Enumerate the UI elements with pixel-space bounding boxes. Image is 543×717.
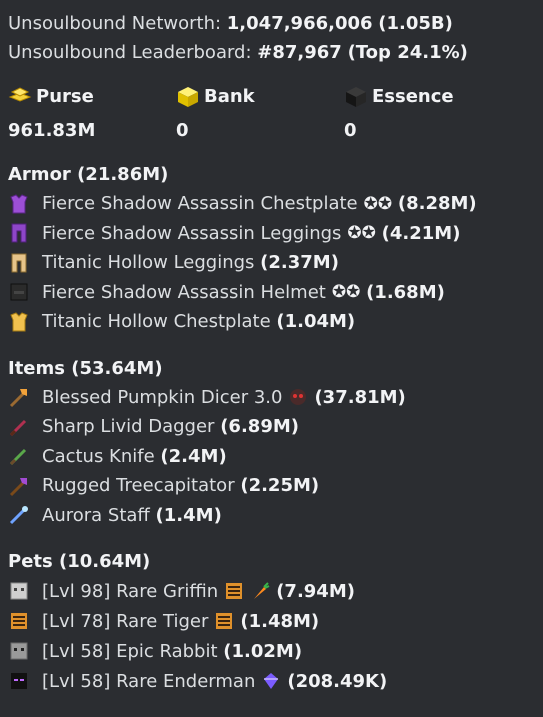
tiger-icon bbox=[214, 611, 234, 631]
leaderboard-line: Unsoulbound Leaderboard: #87,967 (Top 24… bbox=[8, 42, 468, 63]
embed: Unsoulbound Networth: 1,047,966,006 (1.0… bbox=[8, 9, 538, 696]
rabbit-icon bbox=[8, 640, 30, 662]
hollow-leggings-icon bbox=[8, 252, 30, 274]
staff-icon bbox=[8, 504, 30, 526]
stat-essence: Essence 0 bbox=[344, 85, 454, 142]
knife-icon bbox=[8, 445, 30, 467]
item-row: Sharp Livid Dagger (6.89M) bbox=[8, 412, 538, 442]
armor-row: Titanic Hollow Chestplate (1.04M) bbox=[8, 307, 538, 337]
gold-ingots-icon bbox=[8, 85, 32, 107]
pet-row: [Lvl 98] Rare Griffin (7.94M) bbox=[8, 576, 538, 606]
pet-row: [Lvl 78] Rare Tiger (1.48M) bbox=[8, 606, 538, 636]
pet-row: [Lvl 58] Epic Rabbit (1.02M) bbox=[8, 636, 538, 666]
armor-list: Fierce Shadow Assassin Chestplate ✪✪ (8.… bbox=[8, 189, 538, 337]
purple-gem-icon bbox=[261, 671, 281, 691]
item-row: Cactus Knife (2.4M) bbox=[8, 442, 538, 472]
carrot-icon bbox=[250, 581, 270, 601]
armor-row: Fierce Shadow Assassin Leggings ✪✪ (4.21… bbox=[8, 219, 538, 249]
purple-leggings-icon bbox=[8, 222, 30, 244]
spider-icon bbox=[288, 387, 308, 407]
gold-block-icon bbox=[176, 85, 198, 107]
stats-row: Purse 961.83M Bank 0 Essence 0 bbox=[8, 81, 538, 143]
armor-row: Titanic Hollow Leggings (2.37M) bbox=[8, 248, 538, 278]
stat-purse: Purse 961.83M bbox=[8, 85, 96, 142]
armor-row: Fierce Shadow Assassin Chestplate ✪✪ (8.… bbox=[8, 189, 538, 219]
item-row: Rugged Treecapitator (2.25M) bbox=[8, 471, 538, 501]
purple-chestplate-icon bbox=[8, 193, 30, 215]
item-row: Aurora Staff (1.4M) bbox=[8, 501, 538, 531]
dagger-icon bbox=[8, 416, 30, 438]
black-cube-icon bbox=[344, 85, 366, 107]
tiger-icon bbox=[8, 610, 30, 632]
tiger-icon bbox=[224, 581, 244, 601]
pets-title: Pets (10.64M) bbox=[8, 551, 151, 572]
armor-row: Fierce Shadow Assassin Helmet ✪✪ (1.68M) bbox=[8, 278, 538, 308]
enderman-icon bbox=[8, 670, 30, 692]
pet-row: [Lvl 58] Rare Enderman (208.49K) bbox=[8, 666, 538, 696]
items-title: Items (53.64M) bbox=[8, 357, 163, 379]
stat-bank: Bank 0 bbox=[176, 85, 255, 142]
pets-list: [Lvl 98] Rare Griffin (7.94M) [Lvl 78] R… bbox=[8, 576, 538, 696]
purple-axe-icon bbox=[8, 475, 30, 497]
item-row: Blessed Pumpkin Dicer 3.0 (37.81M) bbox=[8, 383, 538, 413]
armor-title: Armor (21.86M) bbox=[8, 164, 169, 185]
items-list: Blessed Pumpkin Dicer 3.0 (37.81M) Sharp… bbox=[8, 383, 538, 531]
griffin-icon bbox=[8, 580, 30, 602]
axe-icon bbox=[8, 386, 30, 408]
gold-chestplate-icon bbox=[8, 311, 30, 333]
networth-line: Unsoulbound Networth: 1,047,966,006 (1.0… bbox=[8, 13, 453, 34]
dark-helmet-icon bbox=[8, 281, 30, 303]
